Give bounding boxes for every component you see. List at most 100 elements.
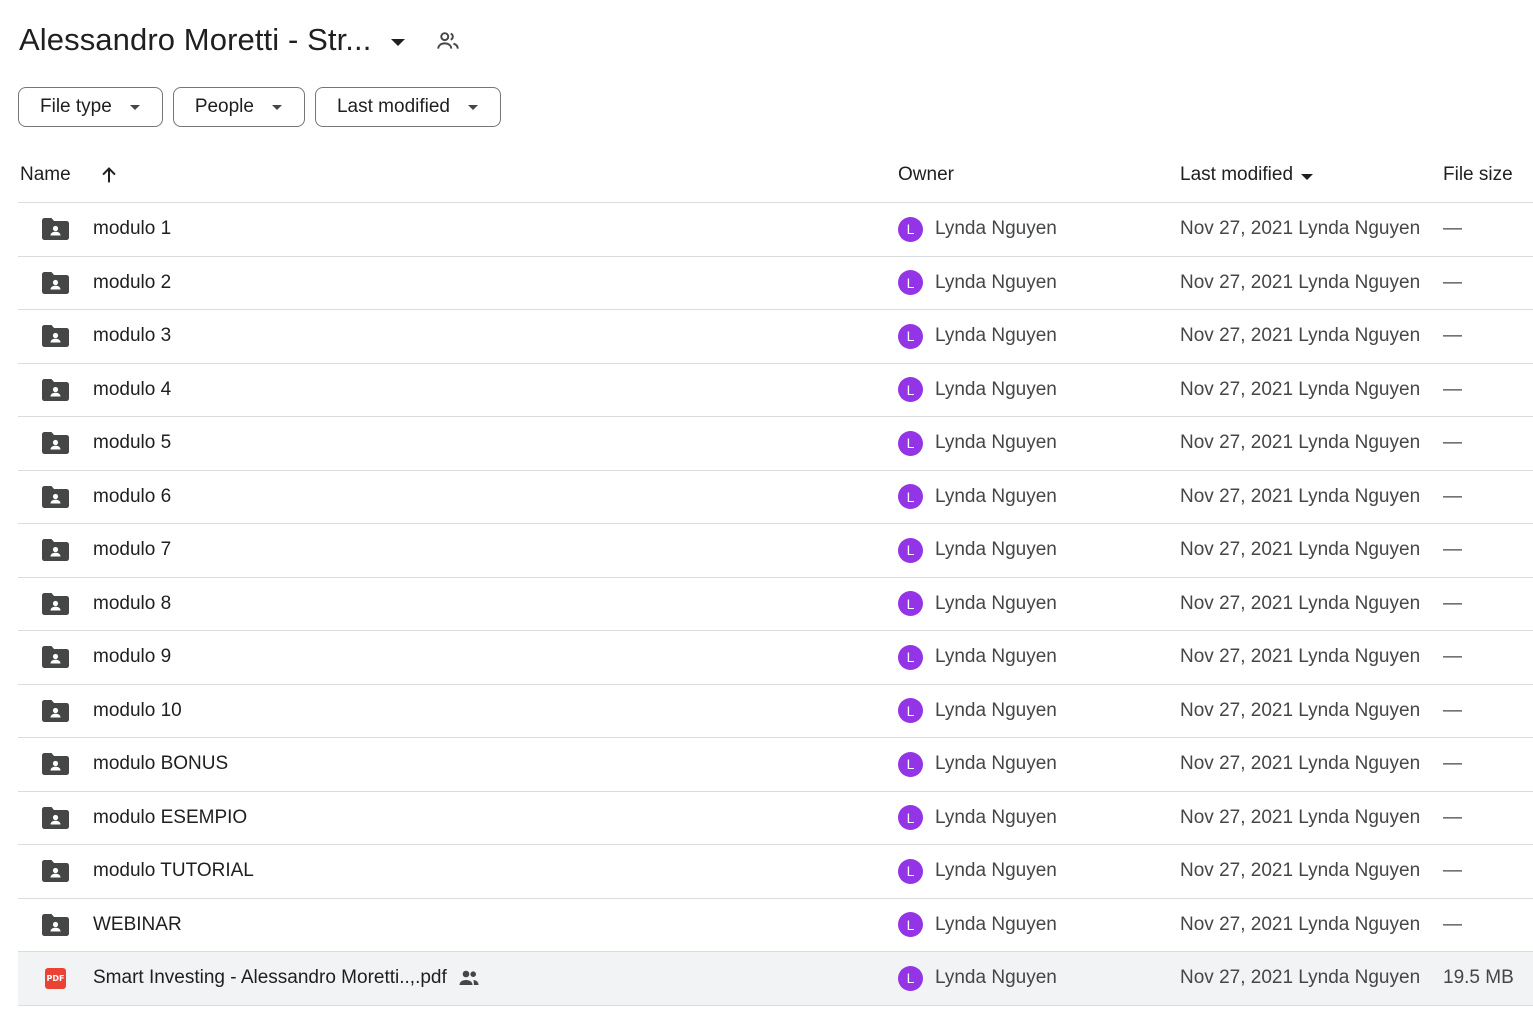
table-row[interactable]: modulo 4 L Lynda Nguyen Nov 27, 2021 Lyn… (18, 364, 1533, 417)
last-modified-cell: Nov 27, 2021 Lynda Nguyen (1180, 485, 1421, 507)
file-name-cell[interactable]: modulo 6 (93, 471, 171, 523)
table-row[interactable]: modulo 2 L Lynda Nguyen Nov 27, 2021 Lyn… (18, 257, 1533, 310)
shared-people-icon (459, 970, 479, 985)
table-row[interactable]: modulo ESEMPIO L Lynda Nguyen Nov 27, 20… (18, 792, 1533, 845)
folder-title[interactable]: Alessandro Moretti - Str... (19, 22, 371, 58)
last-modified-cell: Nov 27, 2021 Lynda Nguyen (1180, 432, 1421, 453)
table-row[interactable]: modulo 3 L Lynda Nguyen Nov 27, 2021 Lyn… (18, 310, 1533, 364)
avatar: L (898, 537, 923, 563)
file-name-cell[interactable]: modulo 8 (93, 578, 171, 630)
table-body: modulo 1 L Lynda Nguyen Nov 27, 2021 Lyn… (18, 203, 1533, 1006)
file-size-cell: 19.5 MB (1443, 967, 1514, 988)
file-size-cell: — (1443, 485, 1462, 507)
owner-name: Lynda Nguyen (935, 378, 1057, 400)
file-icon-cell (42, 685, 70, 737)
table-row[interactable]: modulo 5 L Lynda Nguyen Nov 27, 2021 Lyn… (18, 417, 1533, 471)
owner-cell: L Lynda Nguyen (898, 952, 1057, 1004)
caret-down-icon (271, 104, 282, 110)
filter-people[interactable]: People (172, 87, 305, 127)
file-icon-cell (42, 257, 70, 309)
file-name: modulo 3 (93, 325, 172, 346)
filter-label: Last modified (336, 96, 450, 117)
caret-down-icon (129, 104, 140, 110)
owner-name: Lynda Nguyen (935, 913, 1057, 935)
file-list: Name Owner Last modified File size modul… (18, 150, 1533, 1006)
avatar: L (898, 216, 923, 242)
file-icon-cell (42, 792, 70, 844)
file-size-cell: — (1443, 592, 1462, 614)
file-name-cell[interactable]: modulo 5 (93, 417, 171, 469)
file-name-cell[interactable]: modulo 4 (93, 364, 171, 416)
file-size-cell: — (1443, 646, 1462, 667)
file-name: WEBINAR (93, 913, 182, 935)
avatar: L (898, 644, 923, 670)
chevron-down-icon[interactable] (391, 38, 406, 46)
owner-name: Lynda Nguyen (935, 271, 1057, 293)
file-name: modulo 10 (93, 699, 182, 721)
avatar: L (898, 858, 923, 884)
table-row[interactable]: modulo 8 L Lynda Nguyen Nov 27, 2021 Lyn… (18, 578, 1533, 631)
file-name-cell[interactable]: Smart Investing - Alessandro Moretti..,.… (93, 952, 481, 1004)
owner-cell: L Lynda Nguyen (898, 631, 1057, 683)
avatar: L (898, 323, 923, 349)
owner-name: Lynda Nguyen (935, 699, 1057, 721)
shared-folder-icon (42, 592, 69, 615)
file-size-cell: — (1443, 539, 1462, 560)
owner-name: Lynda Nguyen (935, 860, 1057, 881)
avatar: L (898, 430, 923, 456)
table-row[interactable]: modulo 9 L Lynda Nguyen Nov 27, 2021 Lyn… (18, 631, 1533, 685)
file-name-cell[interactable]: modulo ESEMPIO (93, 792, 247, 844)
filter-file-type[interactable]: File type (18, 87, 163, 127)
file-name-cell[interactable]: modulo TUTORIAL (93, 845, 254, 897)
people-icon[interactable] (435, 28, 461, 54)
file-size-cell: — (1443, 699, 1462, 721)
table-row[interactable]: modulo 6 L Lynda Nguyen Nov 27, 2021 Lyn… (18, 471, 1533, 524)
file-name-cell[interactable]: modulo BONUS (93, 738, 228, 790)
table-row[interactable]: WEBINAR L Lynda Nguyen Nov 27, 2021 Lynd… (18, 899, 1533, 952)
file-name: modulo ESEMPIO (93, 806, 248, 828)
table-row[interactable]: modulo 1 L Lynda Nguyen Nov 27, 2021 Lyn… (18, 203, 1533, 257)
last-modified-cell: Nov 27, 2021 Lynda Nguyen (1180, 913, 1421, 935)
table-row[interactable]: PDF Smart Investing - Alessandro Moretti… (18, 952, 1533, 1006)
file-name-cell[interactable]: modulo 9 (93, 631, 171, 683)
file-name-cell[interactable]: modulo 2 (93, 257, 171, 309)
filter-last-modified[interactable]: Last modified (314, 87, 501, 127)
column-name[interactable]: Name (20, 164, 71, 186)
file-icon-cell: PDF (42, 952, 70, 1004)
avatar: L (898, 484, 923, 509)
file-name-cell[interactable]: modulo 1 (93, 203, 171, 255)
file-name-cell[interactable]: modulo 10 (93, 685, 182, 737)
last-modified-cell: Nov 27, 2021 Lynda Nguyen (1180, 806, 1421, 828)
column-file-size[interactable]: File size (1443, 164, 1513, 186)
arrow-up-icon[interactable] (98, 164, 120, 186)
file-icon-cell (42, 578, 70, 630)
file-name: modulo 9 (93, 646, 172, 667)
table-row[interactable]: modulo 10 L Lynda Nguyen Nov 27, 2021 Ly… (18, 685, 1533, 738)
file-icon-cell (42, 899, 70, 951)
file-name-cell[interactable]: modulo 7 (93, 524, 171, 576)
owner-cell: L Lynda Nguyen (898, 578, 1057, 630)
file-name: modulo 6 (93, 485, 172, 507)
last-modified-cell: Nov 27, 2021 Lynda Nguyen (1180, 378, 1421, 400)
owner-name: Lynda Nguyen (935, 753, 1057, 774)
file-icon-cell (42, 845, 70, 897)
owner-name: Lynda Nguyen (935, 646, 1057, 667)
table-row[interactable]: modulo TUTORIAL L Lynda Nguyen Nov 27, 2… (18, 845, 1533, 899)
column-last-modified[interactable]: Last modified (1180, 164, 1314, 186)
avatar: L (898, 912, 923, 937)
file-name: Smart Investing - Alessandro Moretti..,.… (93, 967, 447, 988)
owner-cell: L Lynda Nguyen (898, 310, 1057, 362)
file-icon-cell (42, 631, 70, 683)
file-name: modulo 2 (93, 271, 172, 293)
file-name: modulo 8 (93, 592, 172, 614)
column-owner[interactable]: Owner (898, 164, 954, 186)
file-name-cell[interactable]: modulo 3 (93, 310, 171, 362)
shared-folder-icon (42, 271, 69, 294)
table-row[interactable]: modulo BONUS L Lynda Nguyen Nov 27, 2021… (18, 738, 1533, 792)
shared-folder-icon (42, 378, 69, 401)
file-name-cell[interactable]: WEBINAR (93, 899, 182, 951)
shared-folder-icon (42, 699, 69, 722)
owner-cell: L Lynda Nguyen (898, 845, 1057, 897)
file-size-cell: — (1443, 860, 1462, 881)
table-row[interactable]: modulo 7 L Lynda Nguyen Nov 27, 2021 Lyn… (18, 524, 1533, 578)
